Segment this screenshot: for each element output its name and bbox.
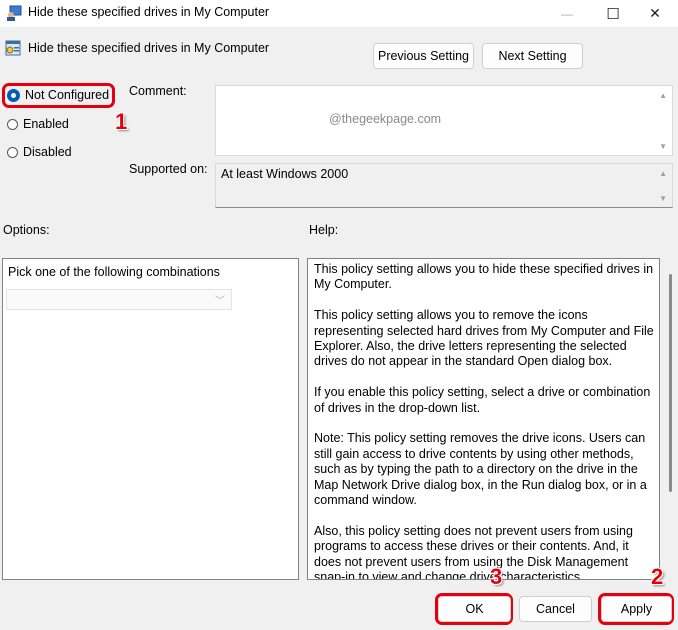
radio-enabled[interactable]: Enabled — [7, 117, 69, 131]
help-panel: This policy setting allows you to hide t… — [307, 258, 660, 580]
minimize-button[interactable]: — — [544, 0, 590, 27]
step-2-badge: 2 — [651, 564, 664, 589]
chevron-down-icon: ﹀ — [215, 296, 225, 307]
policy-editor-icon — [6, 5, 22, 21]
help-scrollbar[interactable] — [669, 274, 672, 492]
minimize-icon: — — [561, 6, 573, 21]
close-icon: ✕ — [649, 5, 661, 21]
comment-textarea[interactable]: ▲ ▼ — [215, 85, 673, 156]
help-paragraph: This policy setting allows you to remove… — [314, 308, 654, 369]
radio-disabled[interactable]: Disabled — [7, 145, 72, 159]
policy-setting-icon — [5, 40, 21, 56]
comment-label: Comment: — [129, 84, 187, 98]
scroll-down-icon[interactable]: ▼ — [659, 142, 667, 151]
help-paragraph: This policy setting allows you to hide t… — [314, 262, 654, 292]
radio-unselected-icon — [7, 118, 18, 130]
help-paragraph: Also, this policy setting does not preve… — [314, 523, 633, 580]
scroll-up-icon[interactable]: ▲ — [659, 91, 667, 100]
radio-label: Disabled — [23, 145, 72, 159]
drive-combination-dropdown[interactable]: ﹀ — [6, 289, 232, 310]
radio-selected-icon — [7, 88, 20, 102]
supported-on-value: At least Windows 2000 — [221, 167, 349, 181]
radio-label: Enabled — [23, 117, 69, 131]
maximize-button[interactable]: ☐ — [590, 0, 636, 27]
previous-setting-button[interactable]: Previous Setting — [373, 43, 474, 69]
step-1-badge: 1 — [115, 109, 128, 134]
next-setting-button[interactable]: Next Setting — [482, 43, 583, 69]
radio-unselected-icon — [7, 146, 18, 158]
radio-not-configured[interactable]: Not Configured — [7, 88, 109, 102]
options-label: Options: — [3, 223, 50, 237]
title-bar: Hide these specified drives in My Comput… — [0, 0, 678, 27]
radio-label: Not Configured — [25, 88, 110, 102]
help-label: Help: — [309, 223, 339, 237]
help-paragraph: Note: This policy setting removes the dr… — [314, 431, 647, 508]
close-button[interactable]: ✕ — [632, 0, 678, 27]
help-text: This policy setting allows you to hide t… — [314, 262, 659, 580]
cancel-button[interactable]: Cancel — [519, 596, 592, 622]
options-caption: Pick one of the following combinations — [8, 265, 220, 279]
scroll-down-icon[interactable]: ▼ — [659, 194, 667, 203]
watermark: @thegeekpage.com — [329, 112, 442, 126]
apply-button[interactable]: Apply — [601, 596, 672, 622]
step-3-badge: 3 — [490, 564, 503, 589]
maximize-icon: ☐ — [606, 5, 620, 23]
help-paragraph: If you enable this policy setting, selec… — [314, 385, 651, 415]
scroll-up-icon[interactable]: ▲ — [659, 169, 667, 178]
policy-title: Hide these specified drives in My Comput… — [28, 41, 270, 55]
window-title: Hide these specified drives in My Comput… — [28, 5, 270, 19]
ok-button[interactable]: OK — [438, 596, 511, 622]
supported-on-label: Supported on: — [129, 162, 208, 176]
